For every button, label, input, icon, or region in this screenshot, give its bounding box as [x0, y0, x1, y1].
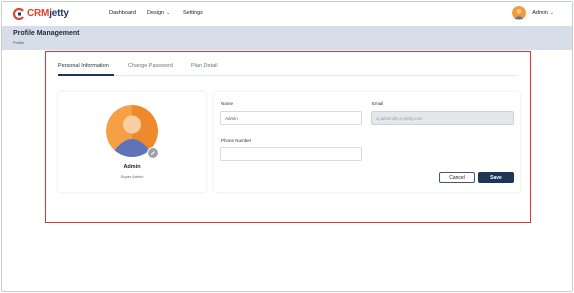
email-field — [371, 111, 514, 125]
tab-change-password[interactable]: Change Password — [128, 63, 173, 69]
phone-field[interactable] — [220, 147, 362, 161]
page-header: Profile Management Profile — [2, 26, 572, 50]
brand-name: CRMjetty — [27, 8, 69, 19]
profile-tabs: Personal Information Change Password Pla… — [58, 60, 518, 76]
nav-design-label: Design — [147, 10, 165, 16]
crmjetty-logo-icon — [12, 7, 25, 21]
top-navbar: CRMjetty Dashboard Design ⌄ Settings Admi… — [2, 2, 572, 26]
nav-dashboard[interactable]: Dashboard — [109, 10, 136, 16]
email-label: Email — [372, 101, 384, 106]
edit-avatar-button[interactable] — [147, 147, 159, 159]
profile-role: Super Admin — [120, 174, 144, 179]
save-button[interactable]: Save — [478, 172, 514, 183]
nav-design[interactable]: Design ⌄ — [147, 10, 170, 16]
chevron-down-icon: ⌄ — [549, 10, 554, 16]
user-avatar-icon — [512, 6, 527, 20]
pencil-icon — [151, 151, 155, 155]
name-label: Name — [221, 101, 234, 106]
app-window: CRMjetty Dashboard Design ⌄ Settings Admi… — [1, 1, 573, 292]
name-field[interactable] — [220, 111, 362, 125]
phone-label: Phone Number — [221, 138, 252, 143]
brand-jetty: jetty — [49, 7, 69, 19]
profile-name: Admin — [123, 164, 141, 170]
nav-settings[interactable]: Settings — [183, 10, 203, 16]
user-menu[interactable]: Admin ⌄ — [512, 6, 554, 20]
personal-info-form: Name Email Phone Number Cancel Save — [214, 92, 520, 192]
brand-crm: CRM — [27, 7, 50, 19]
active-tab-indicator — [58, 74, 114, 76]
chevron-down-icon: ⌄ — [166, 10, 171, 16]
breadcrumb[interactable]: Profile — [13, 40, 24, 45]
user-name: Admin — [532, 10, 548, 16]
page-title: Profile Management — [13, 30, 80, 37]
cancel-button[interactable]: Cancel — [439, 172, 475, 183]
tab-personal-information[interactable]: Personal Information — [58, 63, 109, 69]
tab-plan-detail[interactable]: Plan Detail — [191, 63, 218, 69]
brand-logo[interactable]: CRMjetty — [12, 7, 69, 21]
profile-card: Admin Super Admin — [58, 92, 206, 192]
